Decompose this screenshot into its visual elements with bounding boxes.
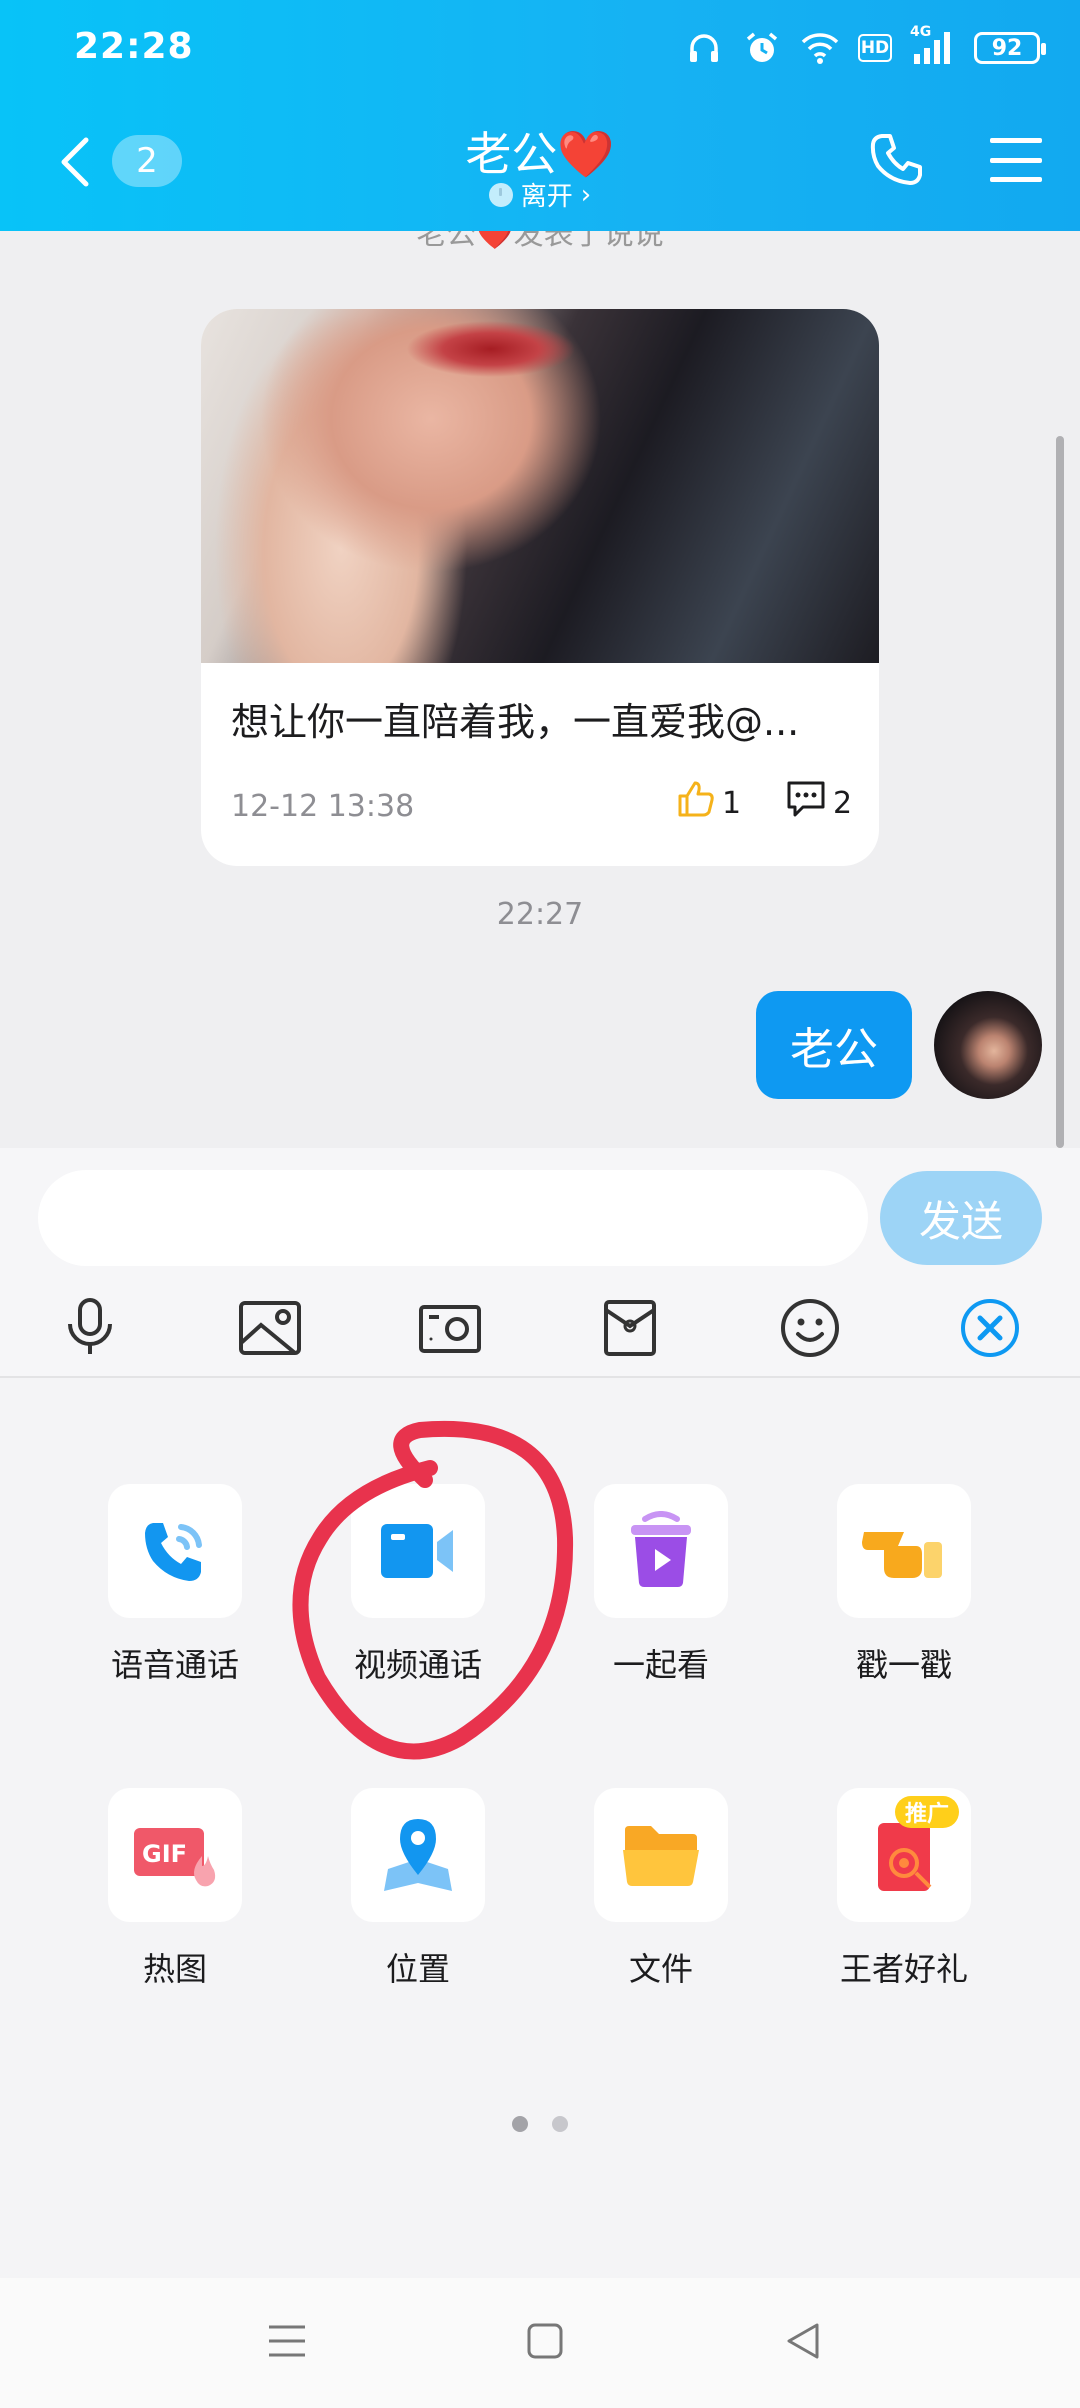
clock-status-icon — [488, 182, 513, 207]
recent-apps-icon[interactable] — [262, 2316, 312, 2366]
signal-icon: 4G — [910, 24, 956, 68]
gif-icon: GIF — [108, 1788, 242, 1922]
status-bar: 22:28 HD 4G 92 — [0, 0, 1080, 100]
hd-icon: HD — [858, 34, 892, 62]
headphones-icon — [684, 28, 724, 68]
status-time: 22:28 — [74, 26, 194, 67]
sent-message-bubble[interactable]: 老公 — [756, 991, 912, 1099]
composer-toolbar — [0, 1288, 1080, 1370]
voice-call-label: 语音通话 — [110, 1646, 239, 1684]
page-dot-1[interactable] — [512, 2116, 528, 2132]
thumbs-up-icon — [676, 779, 716, 827]
alarm-icon — [742, 28, 782, 68]
likes-count: 1 — [722, 785, 742, 821]
message-timestamp: 22:27 — [496, 897, 584, 932]
photo-icon[interactable] — [230, 1288, 310, 1368]
microphone-icon[interactable] — [50, 1288, 130, 1368]
emoji-icon[interactable] — [770, 1288, 850, 1368]
my-avatar[interactable] — [934, 991, 1042, 1099]
page-indicator — [0, 2116, 1080, 2132]
more-actions-panel: 语音通话 视频通话 一起看 戳一戳 GIF 热图 位置 文件 推广 王者好礼 — [0, 1378, 1080, 2278]
status-icons: HD 4G 92 — [684, 24, 1046, 68]
watch-together-label: 一起看 — [612, 1646, 709, 1684]
phone-call-button[interactable] — [866, 130, 926, 190]
poke-button[interactable]: 戳一戳 — [804, 1484, 1004, 1686]
home-icon[interactable] — [520, 2316, 570, 2366]
wifi-icon — [800, 28, 840, 68]
gift-button[interactable]: 推广 王者好礼 — [804, 1788, 1004, 1990]
location-icon — [351, 1788, 485, 1922]
chevron-right-icon: › — [580, 179, 592, 210]
chat-area[interactable]: 老公❤️发表了说说 想让你一直陪着我，一直爱我@... 12-12 13:38 … — [0, 231, 1080, 1148]
video-call-button[interactable]: 视频通话 — [318, 1484, 518, 1686]
scrollbar[interactable] — [1056, 436, 1064, 1148]
shared-post-card[interactable]: 想让你一直陪着我，一直爱我@... 12-12 13:38 1 2 — [201, 309, 879, 866]
promo-badge: 推广 — [894, 1796, 959, 1828]
watch-together-icon — [594, 1484, 728, 1618]
file-label: 文件 — [628, 1950, 693, 1988]
heart-emoji: ❤️ — [557, 127, 615, 181]
voice-call-icon — [108, 1484, 242, 1618]
post-likes[interactable]: 1 — [676, 779, 741, 827]
poke-icon — [837, 1484, 971, 1618]
camera-icon[interactable] — [410, 1288, 490, 1368]
file-button[interactable]: 文件 — [561, 1788, 761, 1990]
comment-icon — [785, 779, 827, 827]
battery-icon: 92 — [974, 32, 1046, 64]
presence-label: 离开 — [520, 182, 573, 212]
location-button[interactable]: 位置 — [318, 1788, 518, 1990]
location-label: 位置 — [385, 1950, 450, 1988]
video-call-icon — [351, 1484, 485, 1618]
contact-name: 老公 — [465, 127, 558, 181]
send-button[interactable]: 发送 — [880, 1171, 1042, 1265]
post-comments[interactable]: 2 — [785, 779, 852, 827]
video-call-label: 视频通话 — [353, 1646, 482, 1684]
system-note: 老公❤️发表了说说 — [416, 231, 664, 252]
gif-label: 热图 — [142, 1950, 207, 1988]
poke-label: 戳一戳 — [855, 1646, 952, 1684]
red-packet-icon[interactable] — [590, 1288, 670, 1368]
gift-label: 王者好礼 — [839, 1950, 968, 1988]
gift-icon: 推广 — [837, 1788, 971, 1922]
chat-header: 22:28 HD 4G 92 2 老公❤️ 离开 › — [0, 0, 1080, 231]
composer: 发送 — [0, 1148, 1080, 1376]
menu-icon[interactable] — [990, 138, 1042, 182]
page-dot-2[interactable] — [552, 2116, 568, 2132]
folder-icon — [594, 1788, 728, 1922]
comments-count: 2 — [833, 785, 853, 821]
system-navigation-bar — [0, 2278, 1080, 2408]
voice-call-button[interactable]: 语音通话 — [75, 1484, 275, 1686]
message-input[interactable] — [38, 1170, 868, 1266]
close-panel-icon[interactable] — [950, 1288, 1030, 1368]
svg-text:GIF: GIF — [142, 1840, 187, 1868]
gif-button[interactable]: GIF 热图 — [75, 1788, 275, 1990]
post-photo[interactable] — [201, 309, 879, 663]
watch-together-button[interactable]: 一起看 — [561, 1484, 761, 1686]
post-text: 想让你一直陪着我，一直爱我@... — [231, 700, 800, 744]
post-date: 12-12 13:38 — [231, 789, 415, 824]
back-nav-icon[interactable] — [778, 2316, 828, 2366]
